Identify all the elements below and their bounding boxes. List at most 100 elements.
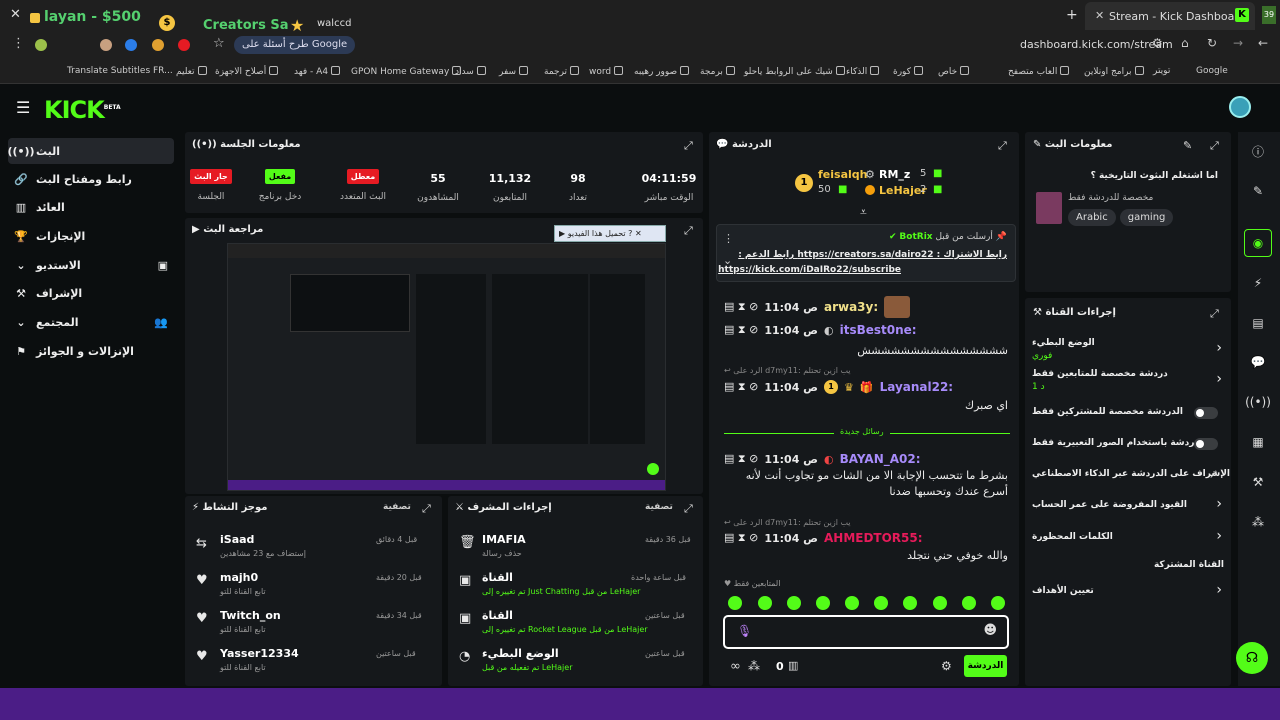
wrench-icon[interactable]: ⚒ [1244, 468, 1272, 496]
expand-icon[interactable]: ⤢ [684, 139, 693, 153]
channel-action-account-age[interactable]: القيود المفروضة على عمر الحساب › [1032, 496, 1226, 516]
back-icon[interactable]: ← [1258, 36, 1268, 50]
stream-preview-video[interactable] [227, 243, 666, 491]
close-icon[interactable]: ✕ [635, 229, 642, 238]
extension-icon[interactable] [152, 39, 164, 51]
channel-action-slow-mode[interactable]: الوضع البطيء فوري › [1032, 338, 1226, 364]
moderator-tools-icon[interactable]: ▤ ⧗ ⊘ [724, 323, 758, 337]
top-user-name[interactable]: feisalqh [818, 168, 867, 181]
more-options-icon[interactable]: ⋮ [723, 232, 734, 245]
layout-icon[interactable]: ▦ [1244, 428, 1272, 456]
extension-icon[interactable] [35, 39, 47, 51]
notes-icon[interactable]: ▤ [1244, 309, 1272, 337]
tab-counter-icon[interactable]: 39 [1262, 6, 1276, 24]
bookmark-item[interactable]: خاص [938, 66, 970, 77]
emote-button[interactable] [728, 596, 742, 610]
broadcast-icon[interactable]: ((•)) [1244, 388, 1272, 416]
emote-button[interactable] [787, 596, 801, 610]
close-tab-icon[interactable]: ✕ [1095, 9, 1104, 22]
moderator-tools-icon[interactable]: ▤ ⧗ ⊘ [724, 531, 758, 545]
bookmark-item[interactable]: Google [1196, 66, 1228, 76]
emote-button[interactable] [816, 596, 830, 610]
bolt-icon[interactable]: ⚡ [1244, 269, 1272, 297]
expand-icon[interactable]: ⤢ [684, 224, 693, 238]
emoji-picker-icon[interactable]: ☻ [983, 623, 997, 638]
emote-button[interactable] [903, 596, 917, 610]
bookmark-item[interactable]: شيك على الروابط ياحلو [744, 66, 845, 77]
kick-logo[interactable]: KICKBETA [44, 96, 121, 124]
extension-icon[interactable] [100, 39, 112, 51]
help-chat-icon[interactable]: ☊ [1236, 642, 1268, 674]
sidebar-item-revenue[interactable]: ▥ العائد [8, 194, 174, 220]
microphone-icon[interactable]: 🎙 [737, 624, 752, 638]
user-avatar[interactable] [1229, 96, 1251, 118]
bookmark-item[interactable]: GPON Home Gateway [351, 66, 462, 77]
menu-dots-icon[interactable]: ⋮ [12, 36, 25, 51]
reload-icon[interactable]: ↻ [1207, 36, 1217, 50]
sidebar-item-stream[interactable]: ((•)) البث [7, 138, 174, 164]
bookmark-item[interactable]: كورة [893, 66, 923, 77]
sidebar-item-community[interactable]: ⌄ المجتمع 👥 [8, 309, 174, 335]
extension-icon[interactable] [178, 39, 190, 51]
channel-action-goals[interactable]: تعيين الأهداف › [1032, 582, 1226, 602]
google-prompt-button[interactable]: طرح أسئلة على Google [234, 36, 356, 54]
session-badge[interactable]: جار البث [190, 169, 232, 184]
chat-bubble-icon[interactable]: 💬 [1244, 348, 1272, 376]
users-icon[interactable]: ⁂ [748, 659, 760, 673]
moderator-tools-icon[interactable]: ▤ ⧗ ⊘ [724, 452, 758, 466]
expand-icon[interactable]: ⤢ [1210, 307, 1219, 321]
site-settings-icon[interactable]: ⚙ [1152, 36, 1163, 50]
hamburger-menu-icon[interactable]: ☰ [16, 98, 30, 117]
help-icon[interactable]: ? [628, 229, 632, 238]
emote-button[interactable] [933, 596, 947, 610]
program-badge[interactable]: مفعل [264, 169, 296, 184]
pinned-link[interactable]: https://kick.com/iDaIRo22/subscribe [718, 265, 901, 275]
multistream-badge[interactable]: معطل [346, 169, 380, 184]
emote-button[interactable] [758, 596, 772, 610]
emote-button[interactable] [962, 596, 976, 610]
sidebar-item-drops[interactable]: ⚑ الإنزالات و الجوائز [8, 338, 174, 364]
users-icon[interactable]: ⁂ [1244, 508, 1272, 536]
bookmark-item[interactable]: Translate Subtitles FR... [67, 66, 173, 76]
bookmark-item[interactable]: صوور رهيبه [634, 66, 690, 77]
bookmark-star-icon[interactable]: ☆ [213, 36, 225, 51]
active-tab[interactable]: ✕ Stream - Kick Dashboard K [1085, 2, 1255, 30]
moderator-tools-icon[interactable]: ▤ ⧗ ⊘ [724, 300, 758, 314]
expand-icon[interactable]: ⤢ [998, 139, 1007, 153]
tag-pill[interactable]: gaming [1119, 209, 1174, 226]
expand-icon[interactable]: ⤢ [422, 502, 431, 516]
mod-filter-button[interactable]: تصفية [645, 502, 673, 512]
emote-only-toggle[interactable] [1194, 438, 1218, 450]
info-icon[interactable]: ⓘ [1244, 137, 1272, 165]
sidebar-item-moderation[interactable]: ⚒ الإشراف [8, 280, 174, 306]
sidebar-item-studio[interactable]: ⌄ الاستديو ▣ [8, 252, 174, 278]
collapse-icon[interactable]: ⩡ [860, 205, 867, 220]
emote-button[interactable] [991, 596, 1005, 610]
bookmark-item[interactable]: تويتر [1153, 66, 1170, 76]
bookmark-item[interactable]: تعليم [176, 66, 207, 77]
bookmark-item[interactable]: ترجمة [544, 66, 580, 77]
url-text[interactable]: dashboard.kick.com/stream [1020, 38, 1173, 51]
channel-action-followers-only[interactable]: دردشة مخصصة للمتابعين فقط 1 د › [1032, 369, 1226, 395]
channel-action-ai-moderation[interactable]: الإشراف على الدردشة عبر الذكاء الاصطناعي… [1032, 468, 1230, 484]
bookmark-item[interactable]: سفر [499, 66, 529, 77]
bookmark-item[interactable]: برمجة [700, 66, 735, 77]
moderator-tools-icon[interactable]: ▤ ⧗ ⊘ [724, 380, 758, 394]
bookmark-item[interactable]: برامج اونلاين [1084, 66, 1144, 77]
pen-icon[interactable]: ✎ [1244, 177, 1272, 205]
channel-action-emote-only[interactable]: الدردشة باستخدام الصور التعبيرية فقط [1032, 437, 1226, 453]
extension-icon[interactable] [125, 39, 137, 51]
pinned-text[interactable]: رابط الاشتراك : https://creators.sa/dair… [738, 250, 1007, 260]
bookmark-item[interactable]: الذكاء [846, 66, 880, 77]
home-icon[interactable]: ⌂ [1181, 36, 1189, 50]
chat-settings-icon[interactable]: ⚙ [941, 659, 952, 673]
tag-pill[interactable]: Arabic [1068, 209, 1116, 226]
sidebar-item-achievements[interactable]: 🏆 الإنجازات [8, 223, 174, 249]
forward-icon[interactable]: → [1233, 36, 1243, 50]
expand-icon[interactable]: ⤢ [1210, 139, 1219, 153]
send-chat-button[interactable]: الدردشة [964, 655, 1007, 677]
channel-action-subscribers-only[interactable]: الدردشة مخصصة للمشتركين فقط [1032, 406, 1226, 422]
subscribers-only-toggle[interactable] [1194, 407, 1218, 419]
top-user-name[interactable]: RM_z [879, 168, 910, 181]
download-video-dialog[interactable]: ▶ تحميل هذا الفيديو ? ✕ [554, 225, 666, 242]
